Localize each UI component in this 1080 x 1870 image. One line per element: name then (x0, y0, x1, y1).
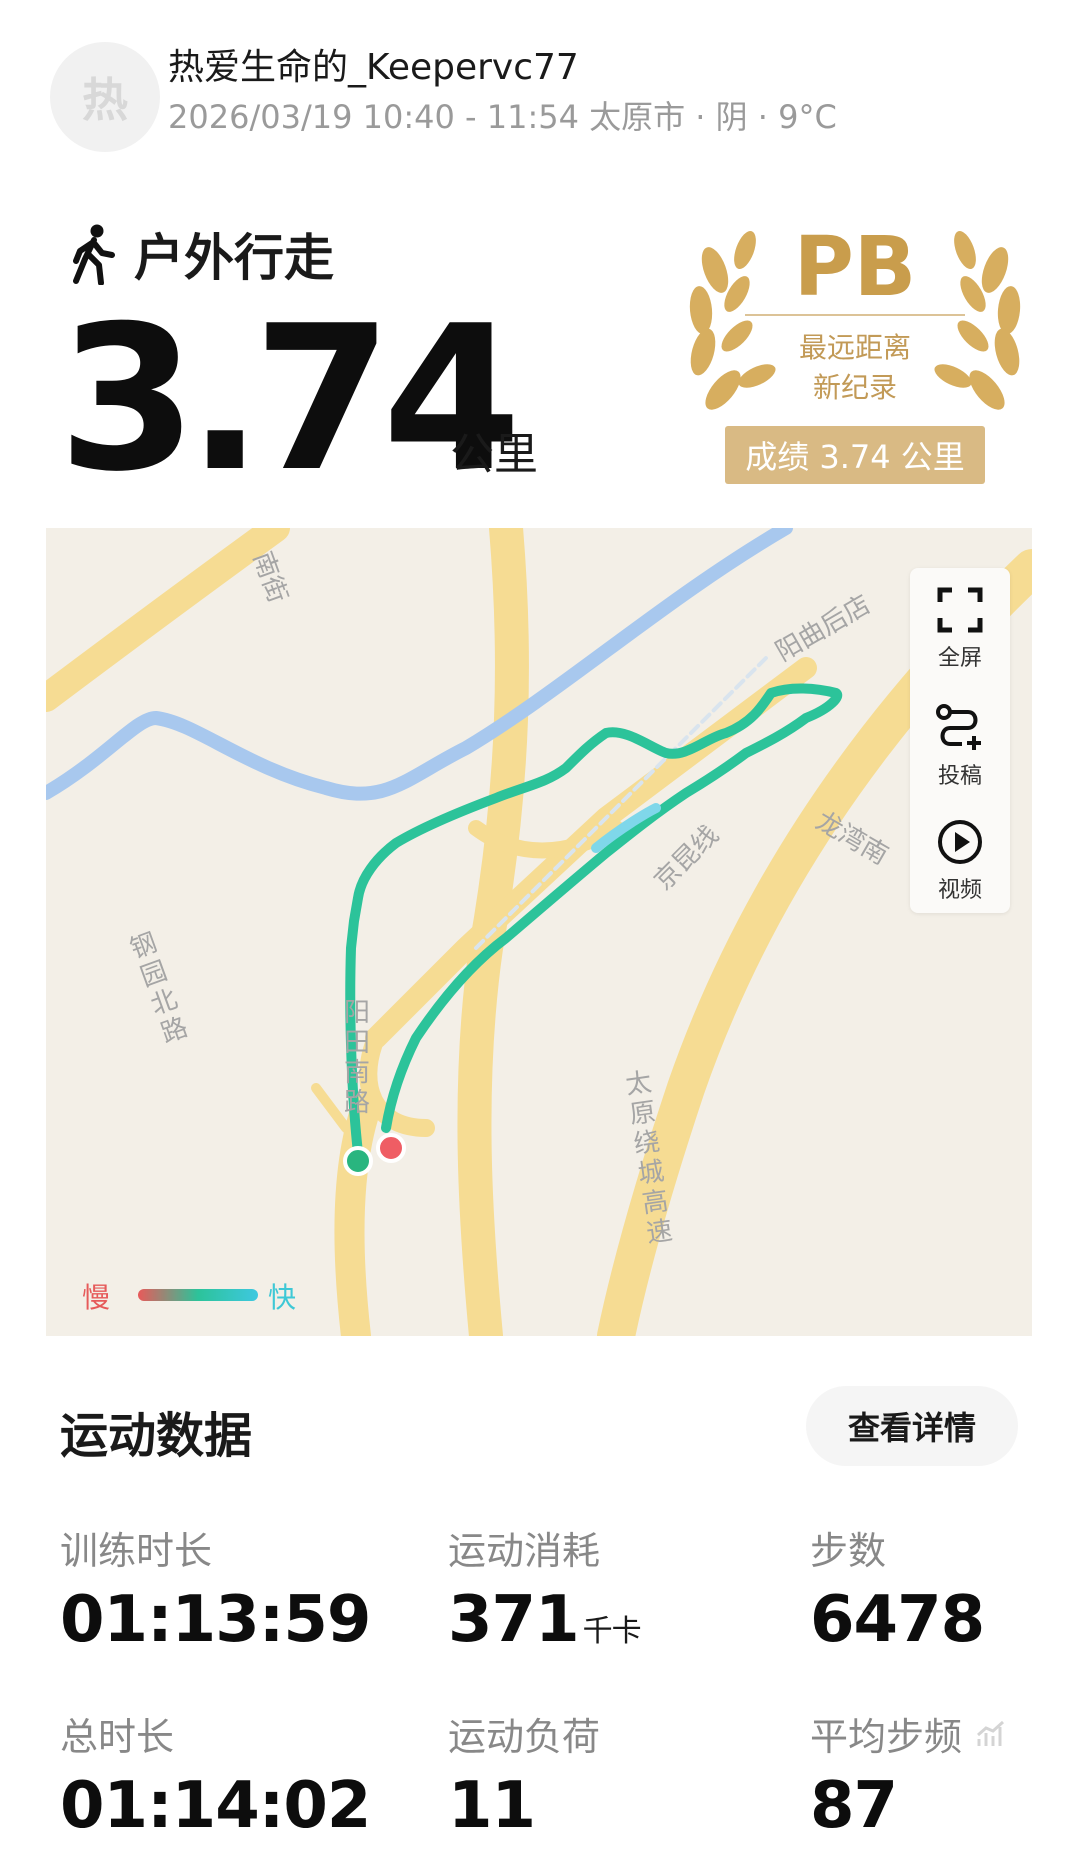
distance-unit: 公里 (450, 429, 538, 480)
fullscreen-button[interactable]: 全屏 (910, 586, 1010, 672)
submit-label: 投稿 (937, 764, 982, 789)
route-submit-icon (936, 704, 981, 750)
pb-subtitle: 最远距离 新纪录 (675, 328, 1035, 408)
map-toolbar: 全屏 投稿 视频 (910, 568, 1010, 913)
stat-unit: 千卡 (582, 1614, 642, 1649)
speed-legend-bar (138, 1289, 258, 1301)
stat-value: 01:14:02 (60, 1769, 371, 1843)
video-button[interactable]: 视频 (910, 818, 1010, 904)
legend-fast: 快 (268, 1281, 297, 1314)
stat-value-row: 371 千卡 (448, 1583, 642, 1657)
stat-item: 训练时长 01:13:59 (60, 1520, 371, 1657)
legend-slow: 慢 (82, 1281, 111, 1314)
stat-label: 运动负荷 (448, 1715, 601, 1759)
submit-button[interactable]: 投稿 (910, 702, 1010, 790)
stat-label: 总时长 (60, 1715, 175, 1759)
map-canvas (46, 528, 1032, 1336)
stat-item: 运动负荷 11 (448, 1706, 600, 1843)
walking-person-icon (73, 224, 115, 285)
stat-label: 平均步频 (810, 1715, 963, 1759)
play-video-icon (938, 820, 982, 864)
distance-value: 3.74 (58, 283, 521, 516)
activity-meta: 2026/03/19 10:40 - 11:54 太原市 · 阴 · 9°C (168, 98, 837, 136)
pb-line2: 新纪录 (812, 371, 897, 404)
route-end-marker (376, 1133, 406, 1163)
map-label: 阳田南路 (344, 998, 371, 1118)
activity-type-row: 户外行走 (70, 218, 334, 290)
stat-item: 步数 6478 (810, 1520, 985, 1657)
activity-type: 户外行走 (134, 229, 334, 287)
stat-value: 371 (448, 1583, 580, 1657)
stat-item: 总时长 01:14:02 (60, 1706, 371, 1843)
view-details-button[interactable]: 查看详情 (806, 1386, 1018, 1466)
stat-value: 6478 (810, 1583, 985, 1657)
stat-value: 11 (448, 1769, 536, 1843)
fullscreen-icon (937, 587, 983, 633)
stat-item: 运动消耗 371 千卡 (448, 1520, 642, 1657)
stat-value: 01:13:59 (60, 1583, 371, 1657)
pb-title: PB (793, 220, 917, 315)
stat-item[interactable]: 平均步频 87 (810, 1706, 1006, 1843)
route-map[interactable]: 南街 阳曲后店 龙湾南 京昆线 钢园北路 阳田南路 太原绕城高速 全屏 投稿 视… (46, 528, 1032, 1336)
avatar[interactable]: 热 (50, 42, 160, 152)
video-label: 视频 (937, 878, 982, 903)
stat-label: 训练时长 (60, 1529, 213, 1573)
section-title: 运动数据 (60, 1408, 253, 1464)
pb-result: 成绩 3.74 公里 (725, 426, 985, 484)
chart-trend-icon (977, 1720, 1005, 1746)
stat-label: 步数 (810, 1529, 887, 1573)
stat-label-row: 平均步频 (810, 1706, 1006, 1761)
pb-divider (745, 314, 965, 316)
route-start-marker (343, 1146, 373, 1176)
stat-value: 87 (810, 1769, 898, 1843)
pb-badge[interactable]: PB 最远距离 新纪录 成绩 3.74 公里 (675, 210, 1035, 490)
pb-line1: 最远距离 (798, 331, 911, 364)
stat-label: 运动消耗 (448, 1529, 601, 1573)
fullscreen-label: 全屏 (937, 646, 982, 671)
username[interactable]: 热爱生命的_Keepervc77 (168, 38, 579, 90)
